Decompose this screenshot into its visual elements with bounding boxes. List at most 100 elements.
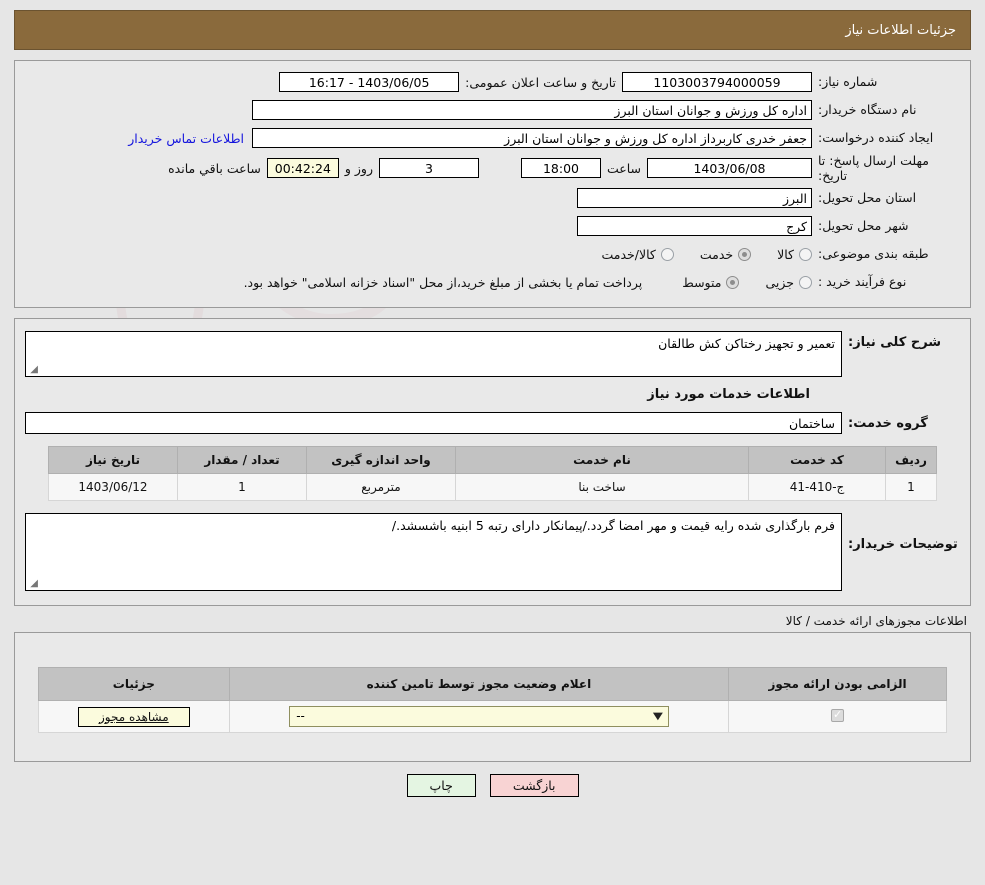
radio-indicator-icon[interactable] xyxy=(660,247,674,261)
summary-panel: شماره نیاز: 1103003794000059 تاریخ و ساع… xyxy=(14,60,971,308)
radio-indicator-icon[interactable] xyxy=(738,247,752,261)
need-description-value: تعمیر و تجهیز رختاکن کش طالقان xyxy=(658,336,835,351)
remaining-days-value: 3 xyxy=(378,158,479,178)
col-status: اعلام وضعیت مجوز توسط تامین کننده xyxy=(228,667,730,701)
resize-grip-icon[interactable]: ◢ xyxy=(28,579,38,589)
details-form: شرح کلی نیاز: تعمیر و تجهیز رختاکن کش طا… xyxy=(15,319,970,605)
service-group-value: ساختمان xyxy=(25,412,842,434)
cell-unit: مترمربع xyxy=(306,473,456,501)
col-details: جزئیات xyxy=(38,667,230,701)
buyer-org-label: نام دستگاه خریدار: xyxy=(818,102,917,118)
deadline-label: مهلت ارسال پاسخ: تا تاریخ: xyxy=(818,153,929,183)
public-announce-label: تاریخ و ساعت اعلان عمومی: xyxy=(465,74,616,90)
process-radio-motevaset[interactable]: متوسط xyxy=(682,275,740,290)
city-value: کرج xyxy=(577,216,812,236)
licenses-table: الزامی بودن ارائه مجوز اعلام وضعیت مجوز … xyxy=(38,667,947,733)
process-label: نوع فرآیند خرید : xyxy=(818,274,907,290)
summary-form: شماره نیاز: 1103003794000059 تاریخ و ساع… xyxy=(15,61,970,307)
cell-row: 1 xyxy=(885,473,937,501)
col-name: نام خدمت xyxy=(455,446,749,474)
row-city: شهر محل تحویل: کرج xyxy=(25,213,960,239)
public-announce-value: 1403/06/05 - 16:17 xyxy=(279,72,460,92)
cell-required xyxy=(728,700,947,733)
details-panel: شرح کلی نیاز: تعمیر و تجهیز رختاکن کش طا… xyxy=(14,318,971,606)
deadline-date-value: 1403/06/08 xyxy=(647,158,812,178)
view-license-button[interactable]: مشاهده مجوز xyxy=(78,706,190,727)
need-number-value: 1103003794000059 xyxy=(622,72,812,92)
col-date: تاریخ نیاز xyxy=(48,446,178,474)
radio-indicator-icon[interactable] xyxy=(799,247,812,261)
countdown-timer: 00:42:24 xyxy=(266,158,339,178)
licenses-panel: الزامی بودن ارائه مجوز اعلام وضعیت مجوز … xyxy=(14,632,971,762)
licenses-caption: اطلاعات مجوزهای ارائه خدمت / کالا xyxy=(785,614,967,628)
province-value: البرز xyxy=(577,188,812,208)
back-button[interactable]: بازگشت xyxy=(489,774,579,797)
page-title: جزئیات اطلاعات نیاز xyxy=(845,22,956,38)
table-row: ▼ -- مشاهده مجوز xyxy=(38,700,947,733)
cell-code: ج-410-41 xyxy=(748,473,886,501)
remaining-days-label: روز و xyxy=(344,160,373,176)
col-unit: واحد اندازه گیری xyxy=(306,446,456,474)
row-province: استان محل تحویل: البرز xyxy=(25,185,960,211)
table-row: 1 ج-410-41 ساخت بنا مترمربع 1 1403/06/12 xyxy=(48,473,937,501)
buyer-notes-value: فرم بارگذاری شده رایه قیمت و مهر امضا گر… xyxy=(391,518,835,533)
services-table: ردیف کد خدمت نام خدمت واحد اندازه گیری ت… xyxy=(48,446,937,501)
process-radio-jozee[interactable]: جزیی xyxy=(765,275,812,290)
license-status-value: -- xyxy=(296,709,305,723)
col-row: ردیف xyxy=(885,446,937,474)
chevron-down-icon: ▼ xyxy=(652,711,663,722)
services-section-title: اطلاعات خدمات مورد نیاز xyxy=(647,387,810,402)
process-option-label: جزیی xyxy=(765,274,794,290)
resize-grip-icon[interactable]: ◢ xyxy=(28,365,38,375)
buyer-notes-textarea[interactable]: فرم بارگذاری شده رایه قیمت و مهر امضا گر… xyxy=(25,513,842,591)
process-radio-group: جزیی متوسط xyxy=(656,275,812,290)
category-option-label: خدمت xyxy=(699,246,734,262)
row-need-description: شرح کلی نیاز: تعمیر و تجهیز رختاکن کش طا… xyxy=(25,331,960,377)
category-radio-kala-khedmat[interactable]: کالا/خدمت xyxy=(601,246,674,262)
cell-qty: 1 xyxy=(177,473,307,501)
row-buyer-org: نام دستگاه خریدار: اداره کل ورزش و جوانا… xyxy=(25,97,960,123)
row-buyer-notes: توضیحات خریدار: فرم بارگذاری شده رایه قی… xyxy=(25,513,960,591)
page-header: جزئیات اطلاعات نیاز xyxy=(14,10,971,50)
col-qty: تعداد / مقدار xyxy=(177,446,307,474)
row-deadline: مهلت ارسال پاسخ: تا تاریخ: 1403/06/08 سا… xyxy=(25,153,960,183)
creator-value: جعفر خدری کاربرداز اداره کل ورزش و جوانا… xyxy=(252,128,812,148)
need-description-label: شرح کلی نیاز: xyxy=(848,335,942,350)
cell-name: ساخت بنا xyxy=(455,473,749,501)
deadline-hour-value: 18:00 xyxy=(520,158,601,178)
category-radio-khedmat[interactable]: خدمت xyxy=(699,246,752,262)
col-required: الزامی بودن ارائه مجوز xyxy=(728,667,947,701)
col-code: کد خدمت xyxy=(748,446,886,474)
need-description-textarea[interactable]: تعمیر و تجهیز رختاکن کش طالقان ◢ xyxy=(25,331,842,377)
category-label: طبقه بندی موضوعی: xyxy=(818,246,929,262)
category-option-label: کالا/خدمت xyxy=(601,246,656,262)
service-group-label: گروه خدمت: xyxy=(848,415,928,431)
category-radio-kala[interactable]: کالا xyxy=(777,247,812,262)
payment-note: پرداخت تمام یا بخشی از مبلغ خرید،از محل … xyxy=(243,274,643,290)
required-checkbox-icon xyxy=(831,708,845,722)
cell-status: ▼ -- xyxy=(228,700,730,733)
deadline-hour-label: ساعت xyxy=(606,160,641,176)
row-process: نوع فرآیند خرید : جزیی متوسط پرداخت تمام… xyxy=(25,269,960,295)
radio-indicator-icon[interactable] xyxy=(799,275,812,289)
print-button[interactable]: چاپ xyxy=(406,774,476,797)
license-status-select[interactable]: ▼ -- xyxy=(289,706,669,727)
city-label: شهر محل تحویل: xyxy=(818,218,909,234)
buyer-org-value: اداره کل ورزش و جوانان استان البرز xyxy=(252,100,812,120)
licenses-table-header-row: الزامی بودن ارائه مجوز اعلام وضعیت مجوز … xyxy=(38,667,947,701)
radio-indicator-icon[interactable] xyxy=(726,275,740,289)
category-radio-group: کالا خدمت کالا/خدمت xyxy=(575,247,812,262)
row-category: طبقه بندی موضوعی: کالا خدمت کالا/خدمت xyxy=(25,241,960,267)
category-option-label: کالا xyxy=(777,246,794,262)
province-label: استان محل تحویل: xyxy=(818,190,917,206)
row-service-group: گروه خدمت: ساختمان xyxy=(25,412,960,434)
buyer-notes-label: توضیحات خریدار: xyxy=(848,537,958,552)
cell-details: مشاهده مجوز xyxy=(38,700,230,733)
services-table-header-row: ردیف کد خدمت نام خدمت واحد اندازه گیری ت… xyxy=(48,446,937,474)
cell-date: 1403/06/12 xyxy=(48,473,178,501)
footer-buttons: بازگشت چاپ xyxy=(0,774,985,797)
buyer-contact-link[interactable]: اطلاعات تماس خریدار xyxy=(120,131,252,146)
remaining-hours-label: ساعت باقي مانده xyxy=(168,160,261,176)
need-number-label: شماره نیاز: xyxy=(818,74,878,90)
page-wrapper: جزئیات اطلاعات نیاز شماره نیاز: 11030037… xyxy=(0,10,985,797)
